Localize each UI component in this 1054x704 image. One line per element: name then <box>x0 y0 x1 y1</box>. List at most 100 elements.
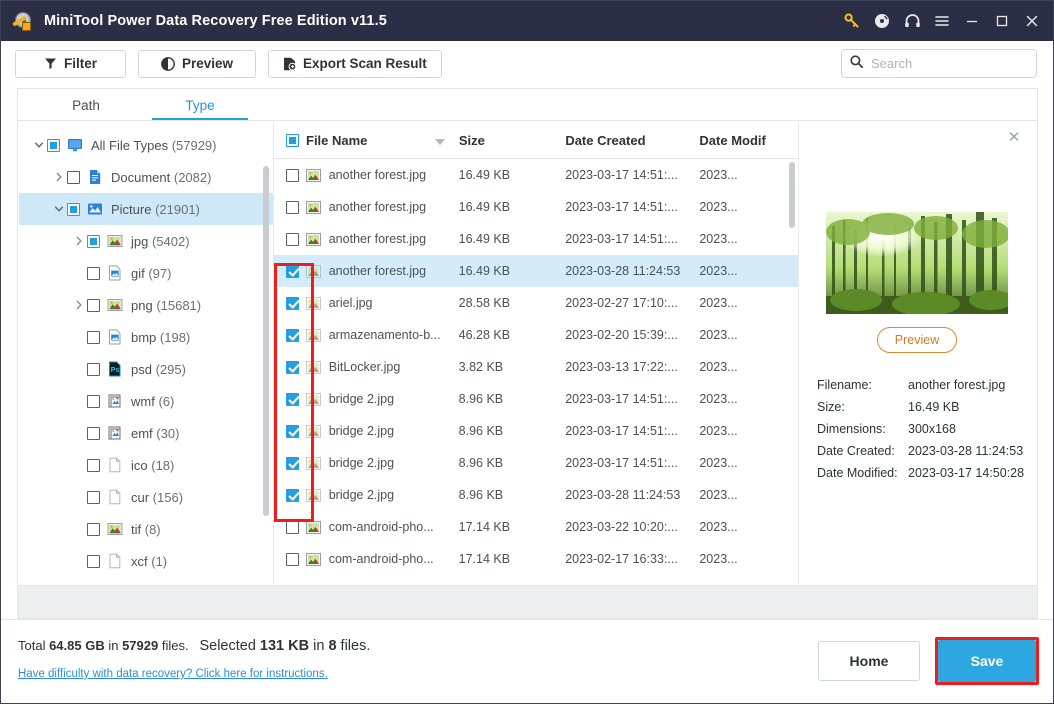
row-checkbox[interactable] <box>274 200 306 214</box>
table-row[interactable]: bridge 2.jpg 8.96 KB 2023-03-17 14:51:... 2… <box>274 383 798 415</box>
tree-item-jpg[interactable]: jpg (5402) <box>19 225 273 257</box>
column-date-created[interactable]: Date Created <box>565 133 699 148</box>
tree-item-tif[interactable]: tif (8) <box>19 513 273 545</box>
column-date-modified[interactable]: Date Modif <box>699 133 798 148</box>
tree-item-all-file-types[interactable]: All File Types (57929) <box>19 129 273 161</box>
tree-checkbox[interactable] <box>87 522 100 536</box>
tree-expand-arrow-icon[interactable] <box>31 140 47 150</box>
tree-checkbox[interactable] <box>87 298 100 312</box>
tree-checkbox[interactable] <box>87 554 100 568</box>
help-link[interactable]: Have difficulty with data recovery? Clic… <box>18 668 328 680</box>
key-icon[interactable] <box>837 1 867 41</box>
row-checkbox[interactable] <box>274 264 306 278</box>
close-icon[interactable] <box>1017 1 1047 41</box>
tree-checkbox[interactable] <box>87 234 100 248</box>
table-row[interactable]: another forest.jpg 16.49 KB 2023-03-28 11:… <box>274 255 798 287</box>
filter-button[interactable]: Filter <box>15 49 126 78</box>
tree-checkbox[interactable] <box>47 138 60 152</box>
tree-checkbox[interactable] <box>87 394 100 408</box>
tree-expand-arrow-icon[interactable] <box>71 300 87 310</box>
cell-date-created: 2023-03-17 14:51:... <box>565 200 678 214</box>
cell-file-name: another forest.jpg <box>305 200 459 214</box>
menu-icon[interactable] <box>927 1 957 41</box>
tree-expand-arrow-icon[interactable] <box>51 204 67 214</box>
column-size[interactable]: Size <box>459 133 565 148</box>
table-row[interactable]: bridge 2.jpg 8.96 KB 2023-03-28 11:24:53 20… <box>274 479 798 511</box>
table-row[interactable]: another forest.jpg 16.49 KB 2023-03-17 14:… <box>274 223 798 255</box>
export-scan-result-button[interactable]: Export Scan Result <box>268 49 442 78</box>
close-preview-icon[interactable]: ✕ <box>1006 130 1022 146</box>
table-row[interactable]: com-android-pho... 17.14 KB 2023-02-17 16:… <box>274 543 798 575</box>
row-checkbox[interactable] <box>274 552 306 566</box>
row-checkbox[interactable] <box>274 488 306 502</box>
tree-item-label: ico (18) <box>131 457 175 473</box>
cell-date-created: 2023-03-22 10:20:... <box>565 520 678 534</box>
tree-checkbox[interactable] <box>87 458 100 472</box>
row-checkbox[interactable] <box>274 296 306 310</box>
row-checkbox[interactable] <box>274 456 306 470</box>
table-row[interactable]: bridge 2.jpg 8.96 KB 2023-03-17 14:51:... 2… <box>274 447 798 479</box>
select-all-checkbox[interactable] <box>274 133 306 147</box>
tree-item-swf[interactable]: swf (3) <box>19 577 273 584</box>
home-button[interactable]: Home <box>818 641 920 681</box>
cell-file-name: ariel.jpg <box>305 296 459 310</box>
row-checkbox[interactable] <box>274 520 306 534</box>
minimize-icon[interactable] <box>957 1 987 41</box>
save-button[interactable]: Save <box>938 640 1036 682</box>
table-row[interactable]: BitLocker.jpg 3.82 KB 2023-03-13 17:22:...… <box>274 351 798 383</box>
tree-item-gif[interactable]: gif (97) <box>19 257 273 289</box>
preview-image-button[interactable]: Preview <box>877 327 957 353</box>
headset-icon[interactable] <box>897 1 927 41</box>
maximize-icon[interactable] <box>987 1 1017 41</box>
tree-checkbox[interactable] <box>87 490 100 504</box>
tree-item-label: All File Types (57929) <box>91 137 217 153</box>
table-row[interactable]: como-instalar-sa...35.58 KB2023-02-20 14… <box>274 575 798 584</box>
tree-item-ico[interactable]: ico (18) <box>19 449 273 481</box>
tree-item-xcf[interactable]: xcf (1) <box>19 545 273 577</box>
tab-path[interactable]: Path <box>26 89 146 121</box>
table-row[interactable]: ariel.jpg 28.58 KB 2023-02-27 17:10:... 202… <box>274 287 798 319</box>
row-checkbox[interactable] <box>274 168 306 182</box>
row-checkbox[interactable] <box>274 360 306 374</box>
row-checkbox[interactable] <box>274 328 306 342</box>
blank-icon <box>107 456 123 473</box>
tree-item-bmp[interactable]: bmp (198) <box>19 321 273 353</box>
tree-checkbox[interactable] <box>87 266 100 280</box>
tree-item-wmf[interactable]: wmf (6) <box>19 385 273 417</box>
tab-type[interactable]: Type <box>146 89 254 121</box>
row-checkbox[interactable] <box>274 232 306 246</box>
row-checkbox[interactable] <box>274 424 306 438</box>
tree-item-emf[interactable]: emf (30) <box>19 417 273 449</box>
search-input[interactable] <box>871 56 1021 71</box>
file-list-scrollbar[interactable] <box>789 162 795 228</box>
tree-scrollbar[interactable] <box>263 166 269 516</box>
tree-checkbox[interactable] <box>87 330 100 344</box>
tree-checkbox[interactable] <box>67 202 80 216</box>
table-row[interactable]: armazenamento-b... 46.28 KB 2023-02-20 15:… <box>274 319 798 351</box>
cell-file-name: BitLocker.jpg <box>305 360 459 374</box>
tree-item-label: emf (30) <box>131 425 180 441</box>
file-type-tree[interactable]: All File Types (57929) Document (2082) Pic… <box>19 122 274 584</box>
tree-checkbox[interactable] <box>67 170 80 184</box>
search-box[interactable] <box>841 49 1037 78</box>
tree-item-picture[interactable]: Picture (21901) <box>19 193 273 225</box>
tree-expand-arrow-icon[interactable] <box>51 172 67 182</box>
preview-button[interactable]: Preview <box>138 49 256 78</box>
tree-checkbox[interactable] <box>87 426 100 440</box>
tree-expand-arrow-icon[interactable] <box>71 236 87 246</box>
table-row[interactable]: another forest.jpg 16.49 KB 2023-03-17 14:… <box>274 159 798 191</box>
sort-desc-icon[interactable] <box>434 138 445 145</box>
tree-item-cur[interactable]: cur (156) <box>19 481 273 513</box>
tree-checkbox[interactable] <box>87 362 100 376</box>
tree-item-psd[interactable]: Ps psd (295) <box>19 353 273 385</box>
cell-file-name: another forest.jpg <box>305 168 459 182</box>
table-row[interactable]: com-android-pho... 17.14 KB 2023-03-22 10:… <box>274 511 798 543</box>
disc-icon[interactable] <box>867 1 897 41</box>
table-row[interactable]: bridge 2.jpg 8.96 KB 2023-03-17 14:51:... 2… <box>274 415 798 447</box>
column-file-name[interactable]: File Name <box>306 133 459 148</box>
tree-item-document[interactable]: Document (2082) <box>19 161 273 193</box>
file-list[interactable]: File Name Size Date Created Date Modif a… <box>274 122 799 584</box>
tree-item-png[interactable]: png (15681) <box>19 289 273 321</box>
table-row[interactable]: another forest.jpg 16.49 KB 2023-03-17 14:… <box>274 191 798 223</box>
row-checkbox[interactable] <box>274 392 306 406</box>
